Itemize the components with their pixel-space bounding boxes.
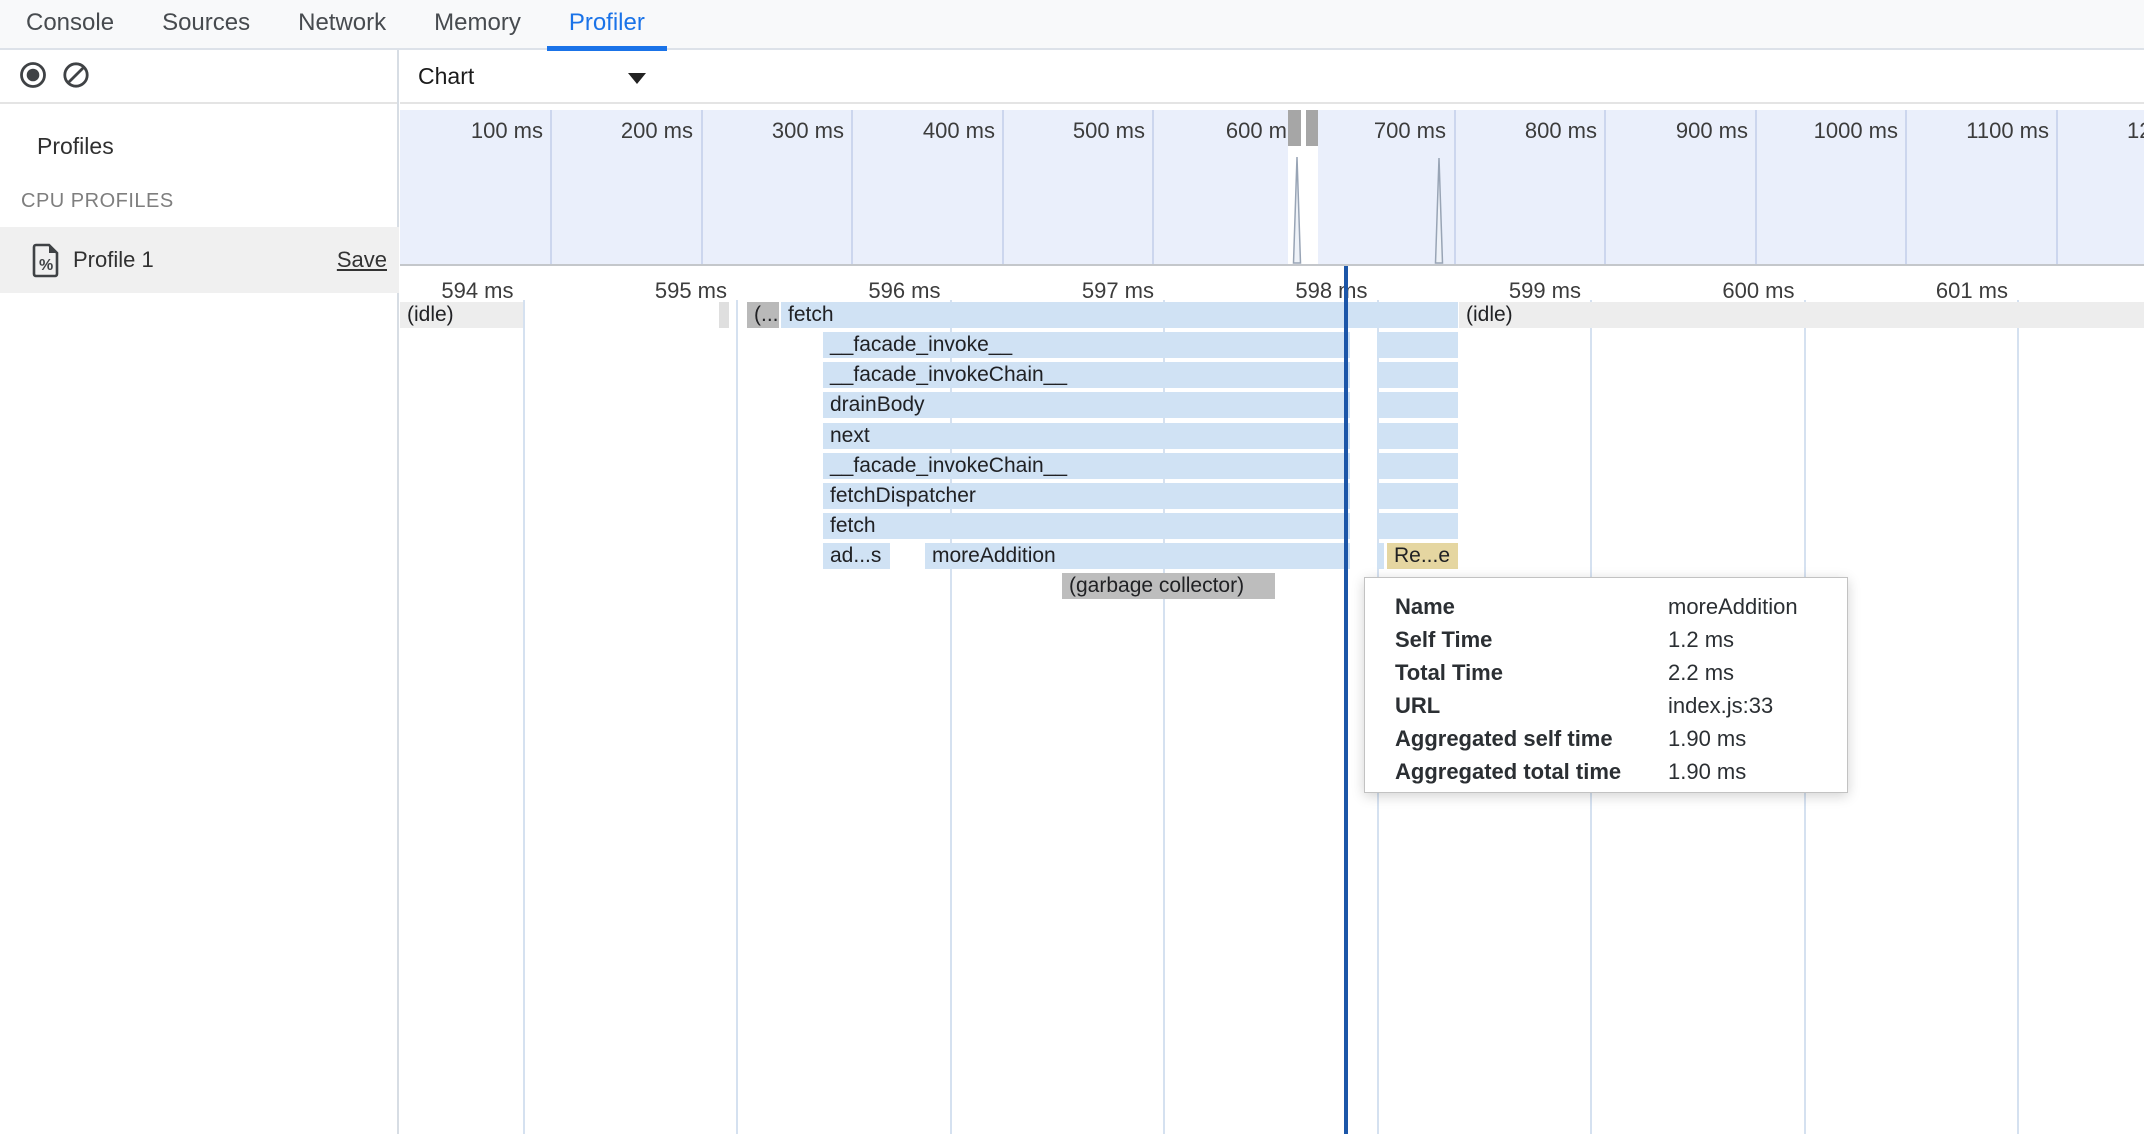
- timeline-overview[interactable]: 100 ms200 ms300 ms400 ms500 ms600 m700 m…: [400, 110, 2144, 264]
- tooltip-field-value: 1.2 ms: [1668, 623, 1734, 656]
- frame-details-tooltip: NamemoreAdditionSelf Time1.2 msTotal Tim…: [1364, 577, 1848, 793]
- tooltip-row: Total Time 2.2 ms: [1365, 656, 1847, 689]
- chevron-down-icon: [628, 73, 646, 84]
- profile-document-icon: %: [32, 243, 59, 278]
- tooltip-field-value: 1.90 ms: [1668, 755, 1746, 788]
- flame-bar[interactable]: __facade_invoke__: [823, 332, 1350, 358]
- profiles-heading: Profiles: [37, 133, 114, 160]
- flame-bar[interactable]: __facade_invokeChain__: [823, 362, 1350, 388]
- flame-bar[interactable]: fetch: [781, 302, 1458, 328]
- flame-bar[interactable]: moreAddition: [925, 543, 1350, 569]
- clear-icon: [65, 64, 87, 86]
- flame-bar-fragment[interactable]: [1377, 362, 1458, 388]
- tooltip-field-label: Self Time: [1395, 623, 1492, 656]
- svg-text:%: %: [39, 257, 53, 274]
- ruler-tick-label: 601 ms: [1838, 278, 2008, 304]
- flame-bar[interactable]: drainBody: [823, 392, 1350, 418]
- view-mode-value: Chart: [418, 50, 474, 104]
- flame-bar-fragment[interactable]: [1377, 513, 1458, 539]
- flame-bar-fragment[interactable]: [1377, 332, 1458, 358]
- flame-bar[interactable]: Re...e: [1387, 543, 1458, 569]
- profiles-sidebar: Profiles CPU PROFILES % Profile 1 Save: [0, 50, 399, 1134]
- profiler-main-pane: Chart 100 ms200 ms300 ms400 ms500 ms600 …: [400, 50, 2144, 1134]
- ruler-tick-label: 599 ms: [1411, 278, 1581, 304]
- devtools-tabbar: Console Sources Network Memory Profiler: [0, 0, 2144, 50]
- flame-bar-fragment[interactable]: [1377, 543, 1384, 569]
- tooltip-field-label: Name: [1395, 590, 1455, 623]
- overview-bottom-border: [400, 264, 2144, 266]
- tab-sources[interactable]: Sources: [162, 0, 250, 49]
- ruler-tick-label: 597 ms: [984, 278, 1154, 304]
- tooltip-field-label: Aggregated total time: [1395, 755, 1621, 788]
- record-icon: [22, 64, 45, 87]
- flame-bar[interactable]: (idle): [400, 302, 523, 328]
- profiler-toolbar: [0, 50, 397, 104]
- tooltip-row: Aggregated self time 1.90 ms: [1365, 722, 1847, 755]
- tooltip-row: URL index.js:33: [1365, 689, 1847, 722]
- profile-name: Profile 1: [73, 227, 154, 293]
- ruler-tick-label: 595 ms: [557, 278, 727, 304]
- tab-memory[interactable]: Memory: [434, 0, 521, 49]
- time-gridline: [736, 300, 738, 1134]
- cpu-activity-spikes: [400, 110, 2144, 264]
- tooltip-field-value: 2.2 ms: [1668, 656, 1734, 689]
- tooltip-field-label: Aggregated self time: [1395, 722, 1613, 755]
- devtools-window: Console Sources Network Memory Profiler: [0, 0, 2144, 1134]
- tab-profiler[interactable]: Profiler: [569, 0, 645, 49]
- flame-bar[interactable]: ad...s: [823, 543, 890, 569]
- flame-bar-fragment[interactable]: [1377, 453, 1458, 479]
- tab-console[interactable]: Console: [26, 0, 114, 49]
- record-profile-button[interactable]: [18, 60, 48, 90]
- tooltip-field-label: URL: [1395, 689, 1440, 722]
- tooltip-field-value: 1.90 ms: [1668, 722, 1746, 755]
- clear-profiles-button[interactable]: [61, 60, 91, 90]
- ruler-tick-label: 596 ms: [771, 278, 941, 304]
- tooltip-field-value: moreAddition: [1668, 590, 1798, 623]
- cpu-spike: [1294, 157, 1301, 263]
- tab-profiler-label: Profiler: [569, 9, 645, 36]
- flame-bar[interactable]: fetch: [823, 513, 1350, 539]
- tooltip-row: Name moreAddition: [1365, 590, 1847, 623]
- flame-bar[interactable]: (idle): [1459, 302, 2144, 328]
- profile-list-item[interactable]: % Profile 1 Save: [0, 227, 399, 293]
- tab-network[interactable]: Network: [298, 0, 386, 49]
- ruler-tick-label: 598 ms: [1198, 278, 1368, 304]
- playhead-marker-line: [1344, 266, 1348, 1134]
- tooltip-field-label: Total Time: [1395, 656, 1503, 689]
- flame-bar-fragment[interactable]: [1377, 423, 1458, 449]
- tooltip-row: Self Time 1.2 ms: [1365, 623, 1847, 656]
- cpu-profiles-section-label: CPU PROFILES: [21, 190, 174, 213]
- flame-bar[interactable]: (...: [747, 302, 779, 328]
- time-gridline: [523, 300, 525, 1134]
- flame-bar-fragment[interactable]: [1377, 483, 1458, 509]
- time-gridline: [2017, 300, 2019, 1134]
- ruler-tick-label: 600 ms: [1625, 278, 1795, 304]
- flame-bar[interactable]: (garbage collector): [1062, 573, 1275, 599]
- chart-toolbar: Chart: [400, 50, 2144, 104]
- flame-bar-fragment[interactable]: [1377, 392, 1458, 418]
- tooltip-row: Aggregated total time 1.90 ms: [1365, 755, 1847, 788]
- flame-bar[interactable]: next: [823, 423, 1350, 449]
- flame-bar[interactable]: __facade_invokeChain__: [823, 453, 1350, 479]
- cpu-spike: [1436, 158, 1443, 263]
- tooltip-field-value: index.js:33: [1668, 689, 1773, 722]
- view-mode-select[interactable]: Chart: [418, 50, 678, 104]
- ruler-tick-label: 594 ms: [344, 278, 514, 304]
- flame-bar[interactable]: fetchDispatcher: [823, 483, 1350, 509]
- flame-bar-fragment[interactable]: [719, 302, 729, 328]
